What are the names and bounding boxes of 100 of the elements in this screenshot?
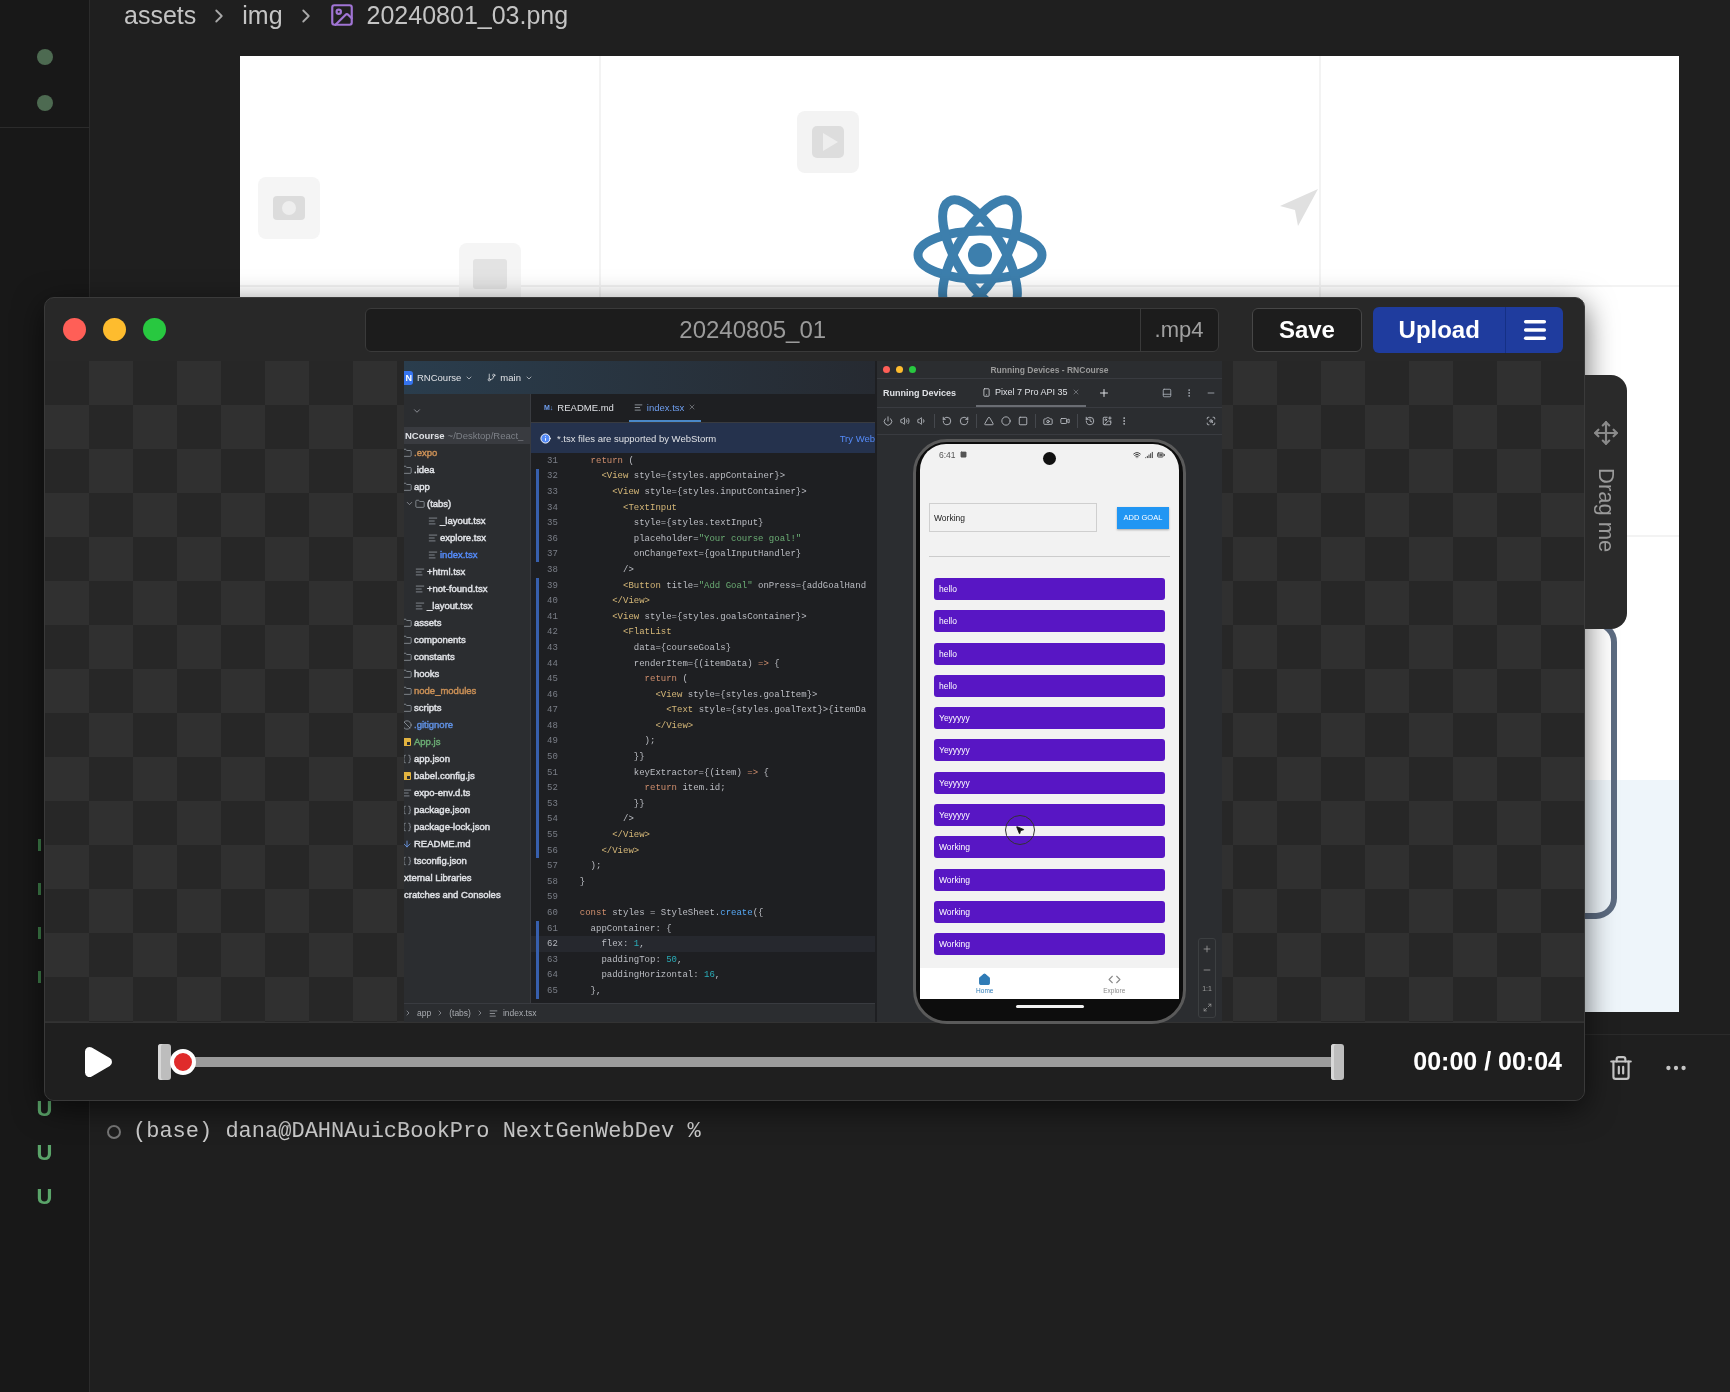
breadcrumb-item[interactable]: assets bbox=[124, 0, 197, 30]
trim-handle[interactable] bbox=[1331, 1043, 1344, 1080]
path-item[interactable]: app bbox=[417, 1008, 432, 1018]
volume-up-icon[interactable] bbox=[900, 416, 910, 426]
snapshot-icon[interactable] bbox=[1102, 416, 1112, 426]
tree-item[interactable]: .idea bbox=[414, 464, 435, 475]
line-number: 63 bbox=[547, 954, 559, 965]
markdown-icon bbox=[404, 838, 412, 849]
status-dot bbox=[36, 95, 53, 111]
path-item[interactable]: (tabs) bbox=[449, 1008, 471, 1018]
goal-item[interactable]: Working bbox=[934, 933, 1165, 956]
tree-item[interactable]: components bbox=[414, 634, 466, 645]
goal-item[interactable]: Working bbox=[934, 836, 1165, 859]
save-button[interactable]: Save bbox=[1251, 307, 1363, 352]
code-line: </View> bbox=[611, 596, 650, 607]
zoom-in-icon[interactable] bbox=[1202, 944, 1212, 955]
path-item[interactable]: index.tsx bbox=[502, 1008, 537, 1018]
goal-item[interactable]: Yeyyyyy bbox=[934, 804, 1165, 827]
line-number: 31 bbox=[547, 455, 559, 466]
code-line: }, bbox=[589, 986, 602, 996]
tree-item[interactable]: hooks bbox=[414, 668, 440, 679]
tree-item[interactable]: package.json bbox=[414, 804, 470, 815]
trash-icon[interactable] bbox=[1608, 1055, 1634, 1081]
window-minimize-button[interactable] bbox=[103, 318, 126, 341]
tree-item[interactable]: cratches and Consoles bbox=[404, 889, 501, 900]
overview-icon[interactable] bbox=[1018, 416, 1028, 426]
code-line: <View style={styles.goalsContainer}> bbox=[611, 611, 807, 622]
window-zoom-button[interactable] bbox=[143, 318, 166, 341]
notice-link[interactable]: Try Web bbox=[839, 432, 875, 444]
video-icon[interactable] bbox=[1060, 416, 1070, 426]
tree-item[interactable]: assets bbox=[414, 617, 442, 628]
breadcrumb-item[interactable]: img bbox=[242, 0, 283, 30]
filename-field[interactable]: 20240805_01 .mp4 bbox=[365, 307, 1219, 352]
tree-item[interactable]: +html.tsx bbox=[427, 566, 466, 577]
tree-item[interactable]: constants bbox=[414, 651, 455, 662]
rotate-left-icon[interactable] bbox=[942, 416, 952, 426]
window-zoom-button[interactable] bbox=[909, 366, 916, 373]
tree-item[interactable]: _layout.tsx bbox=[427, 600, 473, 611]
tree-item[interactable]: tsconfig.json bbox=[414, 855, 467, 866]
rotate-right-icon[interactable] bbox=[959, 416, 969, 426]
tree-item[interactable]: app.json bbox=[414, 753, 450, 764]
tree-item[interactable]: babel.config.js bbox=[414, 770, 475, 781]
goal-input-field[interactable]: Working bbox=[929, 503, 1097, 532]
tree-item[interactable]: App.js bbox=[414, 736, 441, 747]
goal-item[interactable]: Yeyyyyy bbox=[934, 771, 1165, 794]
tree-item[interactable]: explore.tsx bbox=[440, 532, 486, 543]
window-close-button[interactable] bbox=[63, 318, 86, 341]
file-icon bbox=[633, 402, 643, 412]
goal-item[interactable]: hello bbox=[934, 642, 1165, 665]
timeline-track[interactable] bbox=[158, 1043, 1344, 1080]
tree-item[interactable]: +not-found.tsx bbox=[427, 583, 488, 594]
inspect-icon[interactable] bbox=[1206, 416, 1216, 426]
trim-handle[interactable] bbox=[158, 1043, 171, 1080]
status-dot bbox=[36, 49, 53, 65]
tree-item[interactable]: .expo bbox=[414, 447, 438, 458]
home-icon[interactable] bbox=[1001, 416, 1011, 426]
tree-item[interactable]: app bbox=[414, 481, 430, 492]
tree-item[interactable]: package-lock.json bbox=[414, 821, 491, 832]
project-path: ~/Desktop/React_ bbox=[447, 430, 524, 441]
goal-item[interactable]: hello bbox=[934, 578, 1165, 600]
line-number: 64 bbox=[547, 970, 559, 981]
goal-item[interactable]: Yeyyyyy bbox=[934, 707, 1165, 730]
tree-item[interactable]: scripts bbox=[414, 702, 442, 713]
tree-item[interactable]: _layout.tsx bbox=[440, 515, 486, 526]
playback-time: 00:00 / 00:04 bbox=[1413, 1047, 1562, 1076]
notice-text: *.tsx files are supported by WebStorm bbox=[557, 432, 717, 444]
code-line: <TextInput bbox=[622, 502, 678, 513]
tree-item[interactable]: xternal Libraries bbox=[404, 872, 472, 883]
chevron-icon[interactable] bbox=[405, 499, 414, 508]
drag-handle[interactable]: Drag me bbox=[1585, 375, 1627, 629]
window-close-button[interactable] bbox=[883, 366, 890, 373]
tree-item[interactable]: node_modules bbox=[414, 685, 477, 696]
tree-item[interactable]: README.md bbox=[414, 838, 471, 849]
back-icon[interactable] bbox=[984, 416, 994, 426]
tree-item[interactable]: index.tsx bbox=[440, 549, 478, 560]
playhead[interactable] bbox=[170, 1048, 196, 1075]
window-title: Running Devices - RNCourse bbox=[990, 364, 1109, 375]
branch-selector[interactable]: main bbox=[487, 372, 533, 383]
device-tab[interactable]: Pixel 7 Pro API 35 bbox=[976, 379, 1086, 407]
folder-icon bbox=[404, 617, 412, 628]
breadcrumb-item[interactable]: 20240801_03.png bbox=[366, 0, 569, 30]
window-minimize-button[interactable] bbox=[896, 366, 903, 373]
camera-icon[interactable] bbox=[1043, 416, 1053, 426]
goal-item[interactable]: Working bbox=[934, 868, 1165, 891]
goal-item[interactable]: Working bbox=[934, 900, 1165, 923]
fit-screen-icon[interactable] bbox=[1202, 1002, 1212, 1012]
line-number: 44 bbox=[547, 658, 559, 669]
goal-item[interactable]: hello bbox=[934, 610, 1165, 633]
goal-item[interactable]: Yeyyyyy bbox=[934, 739, 1165, 762]
project-selector[interactable]: N RNCourse bbox=[404, 370, 474, 385]
tree-item[interactable]: (tabs) bbox=[427, 498, 452, 509]
add-icon[interactable] bbox=[1097, 387, 1110, 399]
history-icon[interactable] bbox=[1085, 416, 1095, 426]
goal-item[interactable]: hello bbox=[934, 674, 1165, 697]
tree-item[interactable]: .gitignore bbox=[414, 719, 454, 730]
layout-icon[interactable] bbox=[1162, 388, 1172, 398]
tree-item[interactable]: expo-env.d.ts bbox=[414, 787, 471, 798]
line-number: 42 bbox=[547, 627, 559, 638]
power-icon[interactable] bbox=[883, 416, 893, 426]
volume-down-icon[interactable] bbox=[917, 416, 927, 426]
